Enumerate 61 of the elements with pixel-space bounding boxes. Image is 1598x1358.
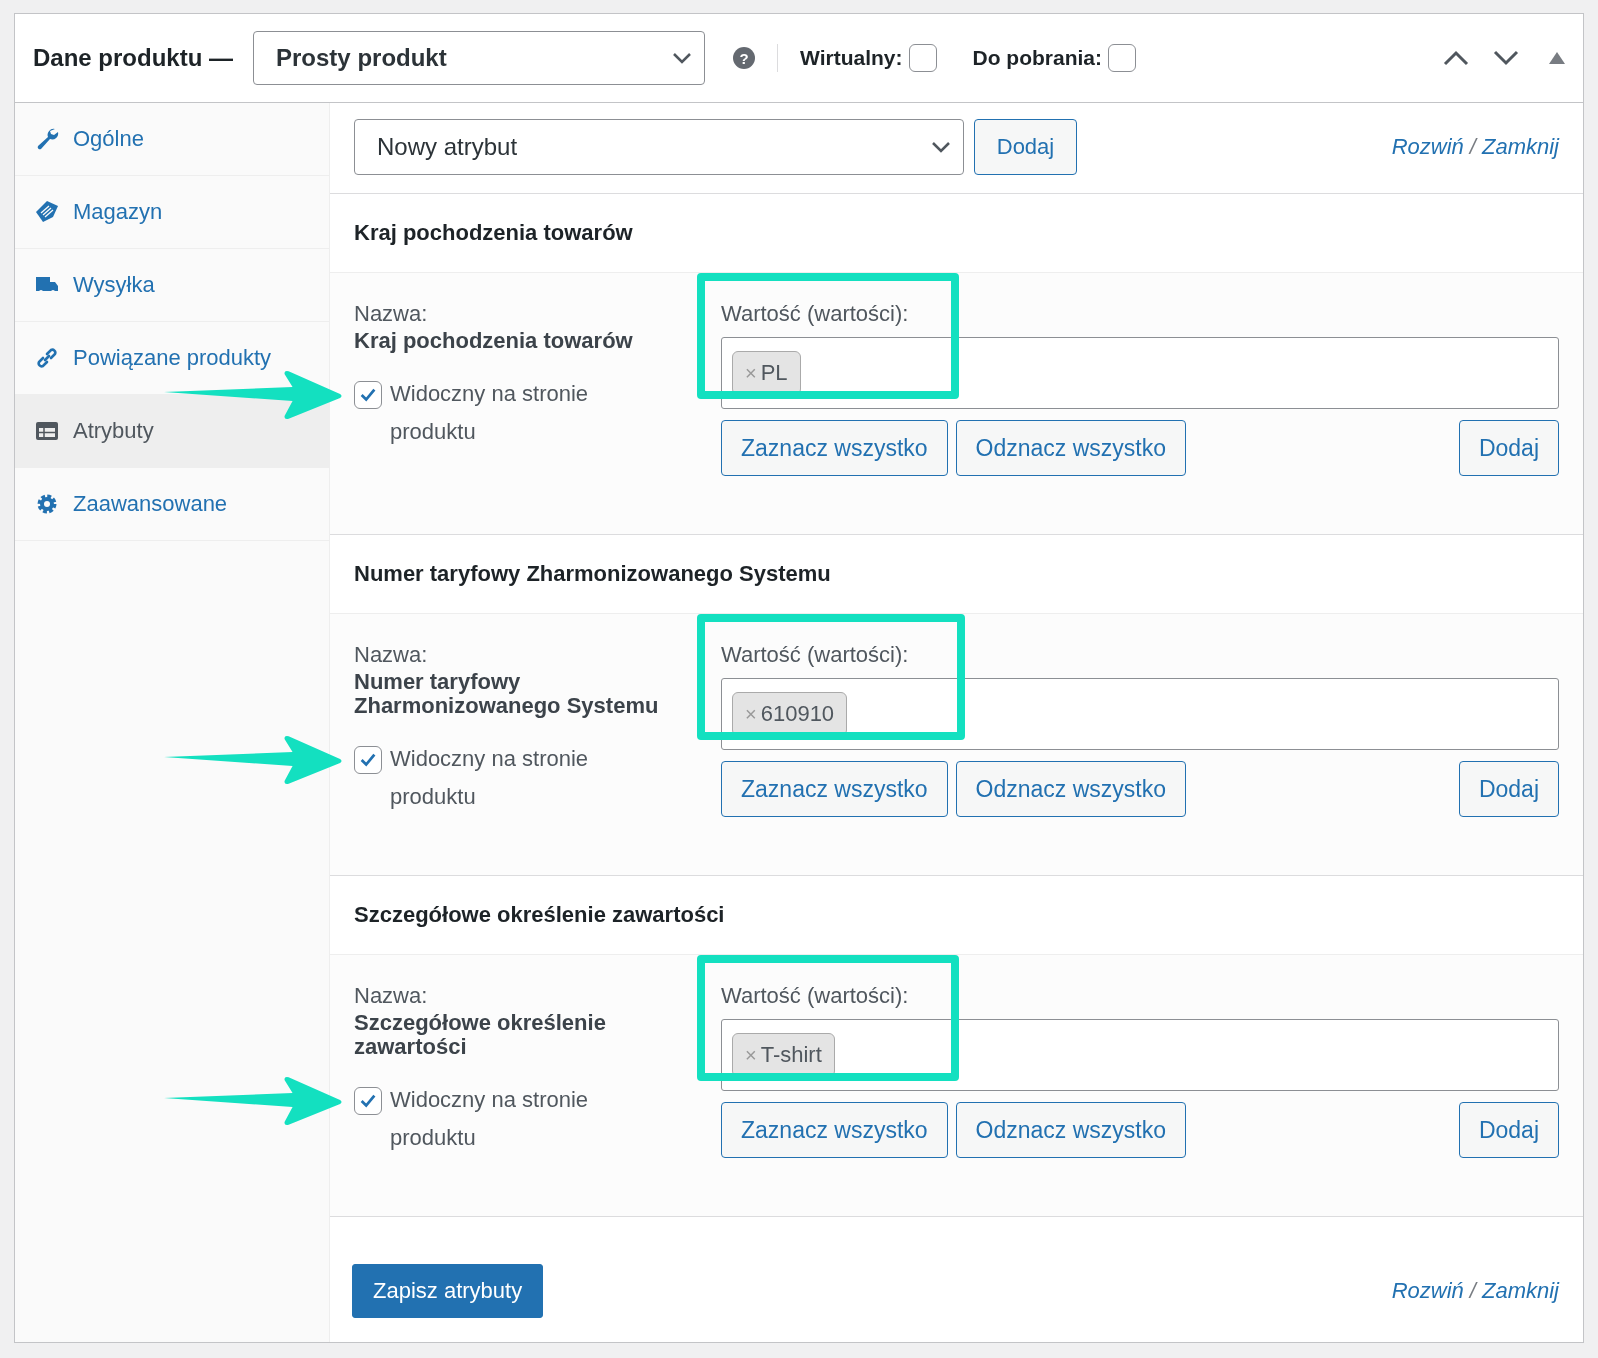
name-label: Nazwa:	[354, 642, 429, 668]
tag-text: PL	[760, 360, 788, 386]
sidebar-tab[interactable]: Magazyn	[15, 176, 329, 249]
values-label: Wartość (wartości):	[721, 301, 910, 328]
link-icon	[35, 346, 59, 370]
chevron-down-icon	[931, 141, 951, 153]
attribute-select[interactable]: Nowy atrybut	[354, 119, 964, 175]
expand-link[interactable]: Rozwiń	[1391, 134, 1464, 160]
add-value-button[interactable]: Dodaj	[1458, 761, 1559, 817]
sidebar-tab[interactable]: Atrybuty	[15, 395, 329, 468]
option-label: Wirtualny:	[800, 46, 903, 70]
option-checkbox[interactable]	[908, 44, 937, 72]
sidebar-tab[interactable]: Wysyłka	[15, 249, 329, 322]
attribute-name: Szczegółowe określenie zawartości	[354, 1011, 607, 1060]
visible-checkbox[interactable]	[354, 1087, 382, 1116]
tag-icon	[35, 200, 59, 224]
separator-text: /	[1469, 1278, 1476, 1304]
help-icon[interactable]: ?	[733, 47, 755, 69]
sidebar-tab[interactable]: Zaawansowane	[15, 468, 329, 541]
visible-label: Widoczny na stronie produktu	[390, 745, 590, 812]
visible-checkbox[interactable]	[354, 381, 382, 410]
sidebar-tab[interactable]: Ogólne	[15, 103, 329, 176]
deselect-all-button[interactable]: Odznacz wszystko	[955, 420, 1187, 476]
collapse-link[interactable]: Zamknij	[1482, 134, 1559, 160]
tag-text: T-shirt	[760, 1042, 822, 1068]
values-field[interactable]: × 610910	[721, 678, 1559, 750]
values-label: Wartość (wartości):	[721, 642, 910, 669]
collapse-toggle-icon[interactable]	[1549, 52, 1565, 64]
attribute-name: Numer taryfowy Zharmonizowanego Systemu	[354, 670, 660, 719]
values-label: Wartość (wartości):	[721, 983, 910, 1010]
product-type-select[interactable]: Prosty produkt	[253, 31, 705, 85]
add-value-button[interactable]: Dodaj	[1458, 420, 1559, 476]
select-all-button[interactable]: Zaznacz wszystko	[721, 1102, 948, 1158]
visible-checkbox[interactable]	[354, 746, 382, 775]
move-down-icon[interactable]	[1493, 50, 1519, 66]
name-label: Nazwa:	[354, 983, 429, 1009]
values-field[interactable]: × PL	[721, 337, 1559, 409]
table-icon	[35, 419, 59, 443]
attribute-name: Kraj pochodzenia towarów	[354, 329, 634, 354]
visible-label: Widoczny na stronie produktu	[390, 1086, 590, 1153]
chevron-down-icon	[672, 52, 692, 64]
deselect-all-button[interactable]: Odznacz wszystko	[955, 761, 1187, 817]
expand-link[interactable]: Rozwiń	[1391, 1278, 1464, 1304]
panel-title: Dane produktu —	[33, 44, 233, 72]
save-attributes-button[interactable]: Zapisz atrybuty	[352, 1264, 544, 1318]
option-checkbox[interactable]	[1108, 44, 1136, 72]
select-all-button[interactable]: Zaznacz wszystko	[721, 420, 948, 476]
wrench-icon	[35, 127, 59, 151]
add-value-button[interactable]: Dodaj	[1458, 1102, 1559, 1158]
name-label: Nazwa:	[354, 301, 429, 327]
tag-text: 610910	[760, 701, 835, 727]
deselect-all-button[interactable]: Odznacz wszystko	[955, 1102, 1187, 1158]
add-button[interactable]: Dodaj	[974, 119, 1077, 175]
collapse-link[interactable]: Zamknij	[1482, 1278, 1559, 1304]
separator-text: /	[1469, 134, 1476, 160]
visible-label: Widoczny na stronie produktu	[390, 380, 590, 447]
option-label: Do pobrania:	[972, 46, 1102, 70]
move-up-icon[interactable]	[1443, 50, 1469, 66]
gear-icon	[35, 492, 59, 516]
select-all-button[interactable]: Zaznacz wszystko	[721, 761, 948, 817]
values-field[interactable]: × T-shirt	[721, 1019, 1559, 1091]
